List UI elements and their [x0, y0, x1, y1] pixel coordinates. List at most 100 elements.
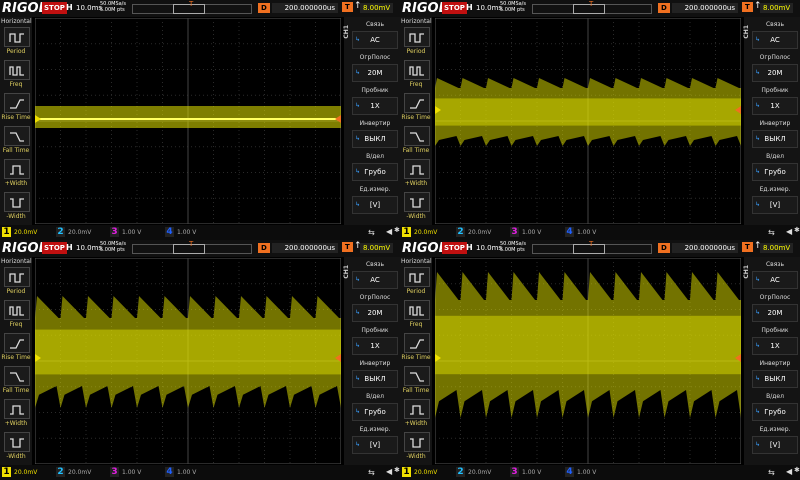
measure-rise-time-button[interactable]: [4, 93, 30, 113]
delay-value[interactable]: 200.000000us: [672, 3, 738, 13]
measure-period-button[interactable]: [404, 27, 430, 47]
channel-1-button[interactable]: 1: [402, 227, 411, 237]
coupling-value: AC: [370, 36, 380, 44]
measure-rise-time-button[interactable]: [4, 333, 30, 353]
probe-button[interactable]: ↳ 1X: [752, 97, 798, 115]
volts-div-button[interactable]: ↳ Грубо: [752, 403, 798, 421]
measure-positive-width-button[interactable]: [4, 159, 30, 179]
bandwidth-limit-button[interactable]: ↳ 20M: [352, 304, 398, 322]
rigol-logo: RIGOL: [402, 241, 447, 256]
trigger-label: T: [742, 2, 753, 12]
bandwidth-limit-button[interactable]: ↳ 20M: [352, 64, 398, 82]
trigger-level[interactable]: 8.00mV: [360, 3, 394, 13]
measure-rise-time-button[interactable]: [404, 333, 430, 353]
unit-button[interactable]: ↳ [V]: [352, 436, 398, 454]
channel-3-button[interactable]: 3: [110, 467, 119, 477]
horizontal-scale[interactable]: 10.0ms: [76, 4, 102, 12]
delay-value[interactable]: 200.000000us: [272, 243, 338, 253]
measure-negative-width-button[interactable]: [404, 192, 430, 212]
channel-1-button[interactable]: 1: [2, 467, 11, 477]
measure-period-button[interactable]: [4, 267, 30, 287]
run-stop-badge[interactable]: STOP: [442, 242, 467, 254]
coupling-button[interactable]: ↳ AC: [352, 31, 398, 49]
channel-4-button[interactable]: 4: [165, 227, 174, 237]
channel-3-button[interactable]: 3: [110, 227, 119, 237]
measure-positive-width-button[interactable]: [404, 399, 430, 419]
coupling-button[interactable]: ↳ AC: [352, 271, 398, 289]
gear-icon: ✱: [394, 466, 400, 474]
run-stop-badge[interactable]: STOP: [442, 2, 467, 14]
coupling-button[interactable]: ↳ AC: [752, 31, 798, 49]
volts-div-button[interactable]: ↳ Грубо: [352, 163, 398, 181]
probe-value: 1X: [770, 102, 780, 110]
channel-4-scale: 1.00 V: [177, 469, 197, 476]
delay-value[interactable]: 200.000000us: [272, 3, 338, 13]
invert-button[interactable]: ↳ ВЫКЛ: [752, 370, 798, 388]
trigger-level[interactable]: 8.00mV: [760, 243, 794, 253]
measure-fall-time-label: Fall Time: [2, 147, 30, 154]
horizontal-scale[interactable]: 10.0ms: [476, 4, 502, 12]
probe-label: Пробник: [761, 327, 789, 334]
measure-rise-time-button[interactable]: [404, 93, 430, 113]
freq-icon: [409, 66, 424, 76]
measure-negative-width-button[interactable]: [4, 432, 30, 452]
invert-button[interactable]: ↳ ВЫКЛ: [752, 130, 798, 148]
rise-time-icon: [10, 99, 24, 109]
probe-label: Пробник: [761, 87, 789, 94]
unit-button[interactable]: ↳ [V]: [752, 196, 798, 214]
measure-freq-button[interactable]: [404, 60, 430, 80]
channel-1-button[interactable]: 1: [402, 467, 411, 477]
measure-negative-width-label: -Width: [6, 453, 26, 460]
bandwidth-limit-button[interactable]: ↳ 20M: [752, 64, 798, 82]
measure-period-button[interactable]: [4, 27, 30, 47]
channel-3-button[interactable]: 3: [510, 227, 519, 237]
probe-button[interactable]: ↳ 1X: [352, 97, 398, 115]
measure-fall-time-button[interactable]: [404, 366, 430, 386]
speaker-icon: ◀: [386, 227, 393, 236]
invert-button[interactable]: ↳ ВЫКЛ: [352, 130, 398, 148]
probe-button[interactable]: ↳ 1X: [752, 337, 798, 355]
measure-positive-width-button[interactable]: [4, 399, 30, 419]
volts-div-button[interactable]: ↳ Грубо: [752, 163, 798, 181]
delay-value[interactable]: 200.000000us: [672, 243, 738, 253]
measure-freq-button[interactable]: [404, 300, 430, 320]
horizontal-scale[interactable]: 10.0ms: [76, 244, 102, 252]
measure-menu-title: Horizontal: [401, 258, 432, 265]
channel-2-button[interactable]: 2: [456, 227, 465, 237]
unit-button[interactable]: ↳ [V]: [352, 196, 398, 214]
measure-negative-width-button[interactable]: [404, 432, 430, 452]
measure-fall-time-button[interactable]: [4, 126, 30, 146]
invert-button[interactable]: ↳ ВЫКЛ: [352, 370, 398, 388]
channel-2-button[interactable]: 2: [56, 467, 65, 477]
measure-fall-time-label: Fall Time: [402, 387, 430, 394]
coupling-button[interactable]: ↳ AC: [752, 271, 798, 289]
channel-1-button[interactable]: 1: [2, 227, 11, 237]
probe-button[interactable]: ↳ 1X: [352, 337, 398, 355]
trigger-level[interactable]: 8.00mV: [760, 3, 794, 13]
trigger-label: T: [742, 242, 753, 252]
measure-freq-label: Freq: [409, 81, 423, 88]
channel-2-button[interactable]: 2: [56, 227, 65, 237]
measure-positive-width-label: +Width: [404, 180, 428, 187]
channel-4-button[interactable]: 4: [165, 467, 174, 477]
trigger-level[interactable]: 8.00mV: [360, 243, 394, 253]
bandwidth-limit-button[interactable]: ↳ 20M: [752, 304, 798, 322]
channel-2-button[interactable]: 2: [456, 467, 465, 477]
horizontal-scale[interactable]: 10.0ms: [476, 244, 502, 252]
measure-freq-button[interactable]: [4, 300, 30, 320]
channel-4-button[interactable]: 4: [565, 467, 574, 477]
channel-3-button[interactable]: 3: [510, 467, 519, 477]
unit-button[interactable]: ↳ [V]: [752, 436, 798, 454]
measure-fall-time-button[interactable]: [404, 126, 430, 146]
measure-freq-button[interactable]: [4, 60, 30, 80]
measure-positive-width-button[interactable]: [404, 159, 430, 179]
delay-label: D: [658, 3, 670, 13]
run-stop-badge[interactable]: STOP: [42, 2, 67, 14]
measure-fall-time-button[interactable]: [4, 366, 30, 386]
measure-negative-width-button[interactable]: [4, 192, 30, 212]
channel-4-button[interactable]: 4: [565, 227, 574, 237]
volts-div-button[interactable]: ↳ Грубо: [352, 403, 398, 421]
measure-period-button[interactable]: [404, 267, 430, 287]
run-stop-badge[interactable]: STOP: [42, 242, 67, 254]
invert-value: ВЫКЛ: [764, 135, 786, 143]
